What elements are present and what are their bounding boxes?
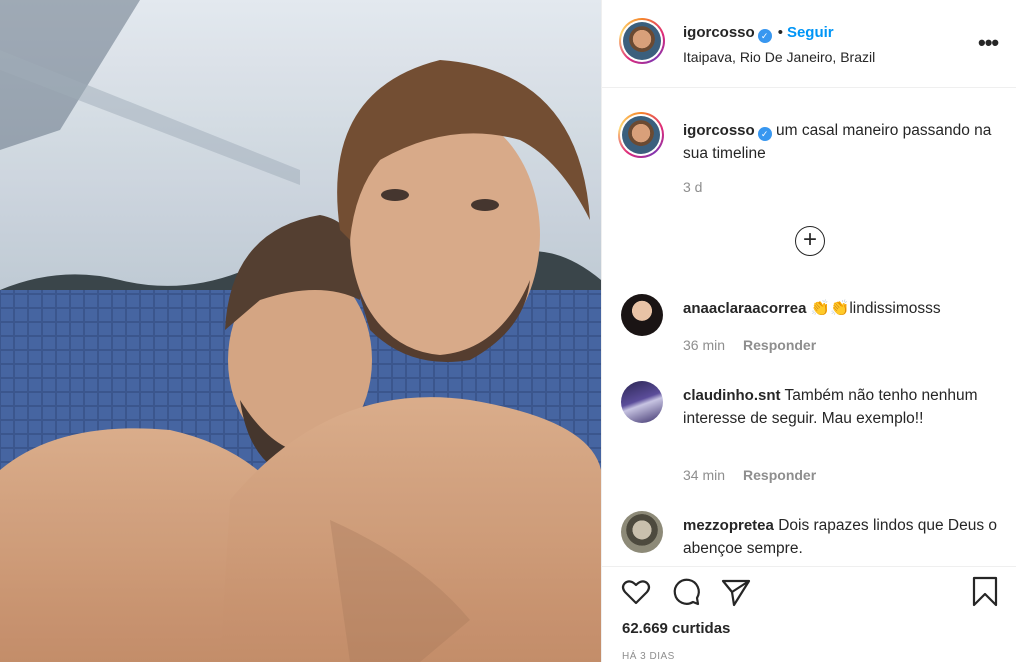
post-header: igorcosso ✓ • Seguir Itaipava, Rio De Janei… — [602, 0, 1016, 88]
comments-list[interactable]: igorcosso ✓ um casal maneiro passando na … — [602, 88, 1016, 566]
separator-dot: • — [777, 24, 783, 41]
comment-bubble-icon[interactable] — [670, 576, 702, 608]
likes-count[interactable]: 62.669 curtidas — [622, 620, 730, 637]
author-username[interactable]: igorcosso — [683, 24, 755, 41]
comment-item: mezzopretea Dois rapazes lindos que Deus… — [683, 514, 999, 560]
comment-avatar[interactable] — [621, 511, 663, 553]
share-send-icon[interactable] — [720, 576, 752, 608]
author-line: igorcosso ✓ • Seguir — [683, 24, 834, 43]
caption-avatar[interactable] — [618, 112, 664, 158]
like-heart-icon[interactable] — [620, 576, 652, 608]
save-bookmark-icon[interactable] — [970, 576, 1000, 608]
caption-time[interactable]: 3 d — [683, 179, 702, 195]
caption-username[interactable]: igorcosso — [683, 122, 755, 139]
comment-meta: 36 min Responder — [683, 337, 816, 353]
comment-item: anaaclaraacorrea 👏👏lindissimosss — [683, 297, 999, 320]
comment-item: claudinho.snt Também não tenho nenhum in… — [683, 384, 999, 430]
verified-badge-icon: ✓ — [757, 29, 772, 43]
comment-username[interactable]: claudinho.snt — [683, 387, 781, 404]
post-timestamp[interactable]: HÁ 3 DIAS — [622, 651, 675, 662]
comment-time[interactable]: 34 min — [683, 467, 725, 483]
verified-badge-icon: ✓ — [757, 127, 772, 141]
author-avatar[interactable] — [619, 18, 665, 64]
post-photo[interactable] — [0, 0, 601, 662]
comment-text: 👏👏lindissimosss — [810, 300, 941, 317]
post-photo-image — [0, 0, 601, 662]
post-location[interactable]: Itaipava, Rio De Janeiro, Brazil — [683, 49, 875, 65]
load-more-comments-icon[interactable]: + — [795, 226, 825, 256]
comment-username[interactable]: mezzopretea — [683, 517, 774, 534]
follow-button[interactable]: Seguir — [787, 24, 834, 41]
comment-avatar[interactable] — [621, 294, 663, 336]
reply-button[interactable]: Responder — [743, 337, 816, 353]
reply-button[interactable]: Responder — [743, 467, 816, 483]
post-actions: 62.669 curtidas HÁ 3 DIAS — [602, 566, 1016, 662]
more-options-icon[interactable]: ••• — [978, 30, 999, 56]
comment-avatar[interactable] — [621, 381, 663, 423]
post-side-panel: igorcosso ✓ • Seguir Itaipava, Rio De Janei… — [601, 0, 1016, 662]
comment-time[interactable]: 36 min — [683, 337, 725, 353]
comment-username[interactable]: anaaclaraacorrea — [683, 300, 806, 317]
comment-meta: 34 min Responder — [683, 467, 816, 483]
caption-text-block: igorcosso ✓ um casal maneiro passando na … — [683, 119, 1003, 165]
